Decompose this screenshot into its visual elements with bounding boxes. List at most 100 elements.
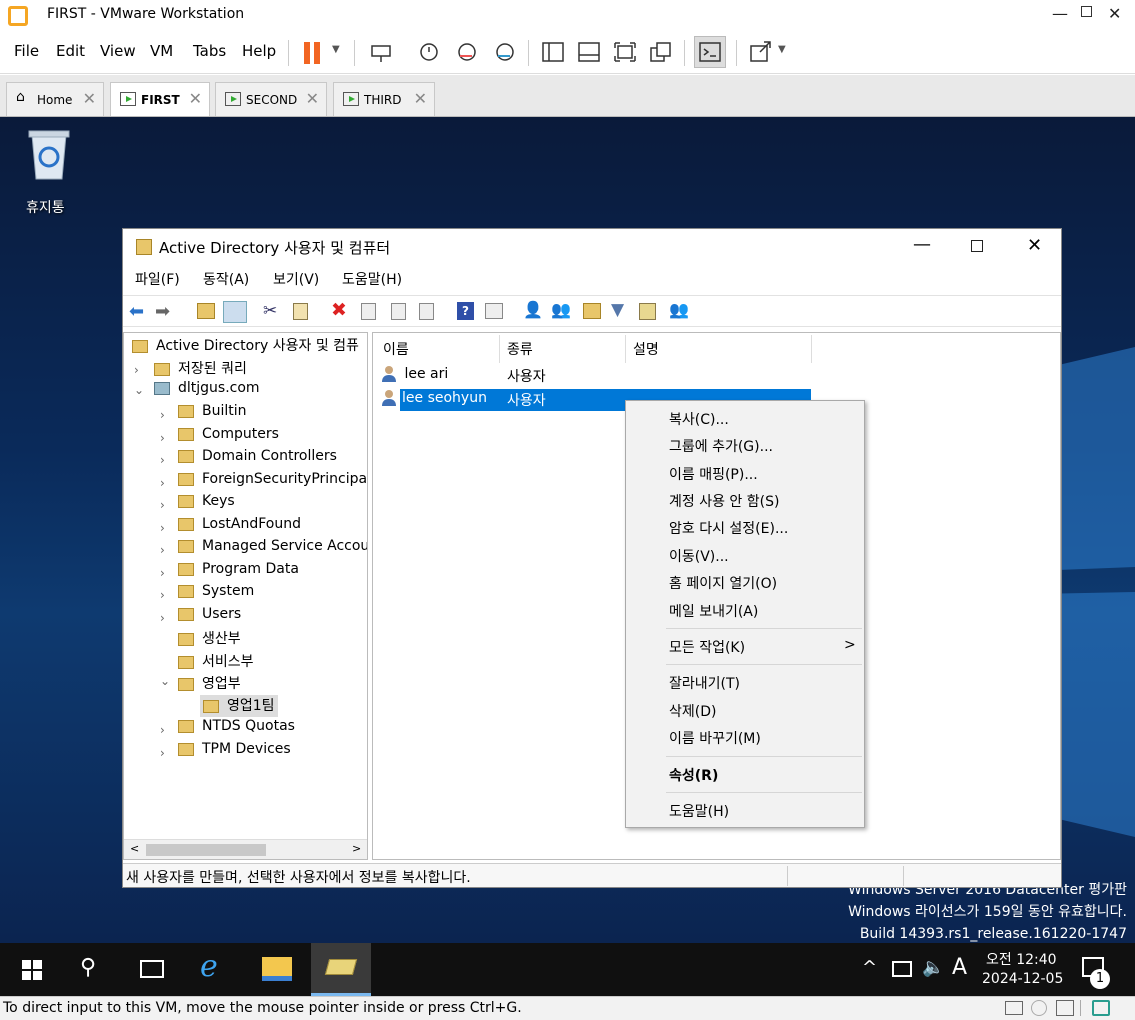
snapshot-manager-icon[interactable]: [492, 40, 518, 64]
network-adapter-icon[interactable]: [1056, 1000, 1074, 1016]
snapshot-icon[interactable]: [416, 40, 442, 64]
tree-item[interactable]: ForeignSecurityPrincipal: [178, 471, 367, 493]
new-ou-icon[interactable]: [583, 303, 601, 319]
tree-item[interactable]: 생산부: [178, 628, 241, 650]
filter-icon[interactable]: ▼: [611, 300, 624, 320]
tree-item-selected[interactable]: 영업1팀: [200, 695, 278, 717]
menu-item-copy[interactable]: 복사(C)...: [669, 409, 729, 429]
menu-item-move[interactable]: 이동(V)...: [669, 546, 729, 566]
new-group-icon[interactable]: 👥: [551, 300, 571, 319]
tree-item[interactable]: Users: [178, 606, 241, 628]
menu-item-delete[interactable]: 삭제(D): [669, 701, 716, 721]
menu-item-help[interactable]: 도움말(H): [669, 801, 729, 821]
tree-item[interactable]: Managed Service Accou: [178, 538, 367, 560]
ad-menu-view[interactable]: 보기(V): [273, 269, 319, 289]
menu-item-open-home-page[interactable]: 홈 페이지 열기(O): [669, 573, 777, 593]
message-log-icon[interactable]: [1092, 1000, 1110, 1016]
menu-item-send-mail[interactable]: 메일 보내기(A): [669, 601, 758, 621]
ime-indicator[interactable]: A: [952, 955, 967, 980]
show-console-tree-icon[interactable]: [485, 303, 503, 319]
cut-icon[interactable]: ✂: [263, 301, 277, 321]
menu-edit[interactable]: Edit: [56, 42, 85, 60]
ad-close-button[interactable]: ✕: [1027, 235, 1042, 256]
ad-maximize-button[interactable]: [971, 240, 983, 252]
export-list-icon[interactable]: [419, 303, 434, 320]
menu-item-cut[interactable]: 잘라내기(T): [669, 673, 740, 693]
menu-item-add-to-group[interactable]: 그룹에 추가(G)...: [669, 436, 773, 456]
start-button[interactable]: [22, 960, 42, 980]
close-tab-icon[interactable]: ✕: [414, 89, 427, 108]
tree-saved-queries[interactable]: 저장된 쿼리: [154, 358, 247, 380]
tree-domain[interactable]: dltjgus.com: [154, 380, 260, 402]
close-button[interactable]: ✕: [1108, 4, 1121, 23]
clock-time[interactable]: 오전 12:40: [986, 949, 1057, 969]
ad-menu-action[interactable]: 동작(A): [203, 269, 249, 289]
column-header-type[interactable]: 종류: [507, 339, 533, 359]
task-view-icon[interactable]: [140, 960, 164, 978]
show-library-icon[interactable]: [540, 40, 566, 64]
menu-item-all-tasks[interactable]: 모든 작업(K): [669, 637, 745, 657]
tree-item[interactable]: TPM Devices: [178, 741, 291, 763]
tree-item[interactable]: Builtin: [178, 403, 247, 425]
full-screen-icon[interactable]: [612, 40, 638, 64]
collapse-icon[interactable]: ⌄: [134, 383, 144, 397]
tree-item[interactable]: Program Data: [178, 561, 299, 583]
tree-item[interactable]: Keys: [178, 493, 235, 515]
back-icon[interactable]: ⬅: [129, 301, 144, 322]
show-tree-icon[interactable]: [223, 301, 247, 323]
console-tree[interactable]: Active Directory 사용자 및 컴퓨 › 저장된 쿼리 ⌄ dlt…: [123, 332, 368, 860]
stretch-dropdown-icon[interactable]: ▼: [778, 44, 786, 55]
revert-snapshot-icon[interactable]: [454, 40, 480, 64]
forward-icon[interactable]: ➡: [155, 301, 170, 322]
close-tab-icon[interactable]: ✕: [83, 89, 96, 108]
menu-view[interactable]: View: [100, 42, 136, 60]
send-ctrl-alt-del-icon[interactable]: [368, 40, 394, 64]
menu-vm[interactable]: VM: [150, 42, 173, 60]
help-icon[interactable]: ?: [457, 302, 474, 320]
pause-dropdown-icon[interactable]: ▼: [332, 44, 340, 55]
show-hidden-icons[interactable]: ^: [862, 957, 877, 978]
volume-muted-icon[interactable]: 🔈: [922, 957, 944, 978]
close-tab-icon[interactable]: ✕: [306, 89, 319, 108]
tab-third[interactable]: THIRD ✕: [333, 82, 435, 116]
up-folder-icon[interactable]: [197, 303, 215, 319]
menu-item-disable-account[interactable]: 계정 사용 안 함(S): [669, 491, 779, 511]
scroll-right-icon[interactable]: >: [352, 842, 361, 855]
tree-root[interactable]: Active Directory 사용자 및 컴퓨: [132, 335, 359, 357]
maximize-button[interactable]: [1081, 6, 1092, 17]
cd-dvd-icon[interactable]: [1031, 1000, 1047, 1016]
ad-minimize-button[interactable]: —: [913, 234, 931, 255]
tree-item[interactable]: 영업부: [178, 673, 241, 695]
menu-item-name-mappings[interactable]: 이름 매핑(P)...: [669, 464, 758, 484]
paste-icon[interactable]: [293, 303, 308, 320]
column-header-name[interactable]: 이름: [383, 339, 409, 359]
stretch-guest-icon[interactable]: [748, 40, 774, 64]
menu-item-reset-password[interactable]: 암호 다시 설정(E)...: [669, 518, 788, 538]
list-row[interactable]: lee ari 사용자: [381, 365, 811, 387]
thumbnail-bar-icon[interactable]: [576, 40, 602, 64]
menu-tabs[interactable]: Tabs: [193, 42, 226, 60]
file-explorer-icon[interactable]: [262, 957, 292, 981]
hard-disk-icon[interactable]: [1005, 1001, 1023, 1015]
menu-item-rename[interactable]: 이름 바꾸기(M): [669, 728, 761, 748]
tab-first[interactable]: FIRST ✕: [110, 82, 210, 116]
tree-item[interactable]: Domain Controllers: [178, 448, 337, 470]
internet-explorer-icon[interactable]: e: [200, 949, 218, 984]
network-warning-icon[interactable]: [892, 961, 912, 977]
scroll-left-icon[interactable]: <: [130, 842, 139, 855]
pause-icon[interactable]: [304, 42, 310, 64]
tree-item[interactable]: LostAndFound: [178, 516, 301, 538]
find-icon[interactable]: [639, 303, 656, 320]
console-view-icon[interactable]: [697, 40, 723, 64]
close-tab-icon[interactable]: ✕: [189, 89, 202, 108]
recycle-bin[interactable]: 휴지통: [22, 127, 76, 216]
tree-item[interactable]: System: [178, 583, 254, 605]
ad-menu-help[interactable]: 도움말(H): [342, 269, 402, 289]
tree-item[interactable]: Computers: [178, 426, 279, 448]
menu-file[interactable]: File: [14, 42, 39, 60]
tree-item[interactable]: NTDS Quotas: [178, 718, 295, 740]
delete-icon[interactable]: ✖: [331, 299, 347, 321]
tree-horizontal-scrollbar[interactable]: < >: [124, 839, 367, 859]
tree-item[interactable]: 서비스부: [178, 651, 254, 673]
menu-help[interactable]: Help: [242, 42, 276, 60]
